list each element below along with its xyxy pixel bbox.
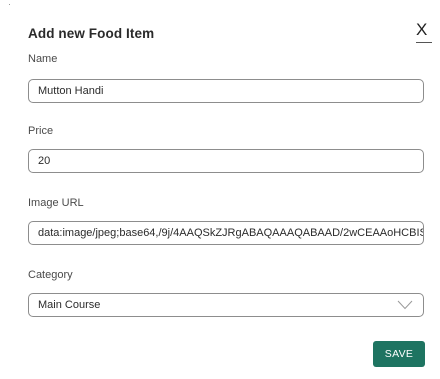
image-url-label: Image URL	[28, 197, 84, 209]
category-label: Category	[28, 269, 73, 281]
save-button[interactable]: SAVE	[373, 341, 425, 367]
category-select[interactable]: Main Course	[28, 293, 424, 317]
price-input[interactable]	[28, 149, 424, 173]
chevron-down-icon	[397, 300, 413, 310]
close-icon[interactable]: X	[416, 21, 427, 39]
name-label: Name	[28, 53, 58, 65]
image-url-input[interactable]	[28, 221, 424, 245]
price-label: Price	[28, 125, 54, 137]
name-input[interactable]	[28, 79, 424, 103]
close-button[interactable]: X	[414, 20, 434, 44]
dialog-title: Add new Food Item	[28, 26, 155, 41]
category-selected-value: Main Course	[38, 299, 101, 311]
add-food-item-dialog: Add new Food Item X Name Price Image URL…	[0, 0, 440, 379]
close-underline	[416, 42, 432, 43]
decorative-dot	[9, 4, 10, 5]
